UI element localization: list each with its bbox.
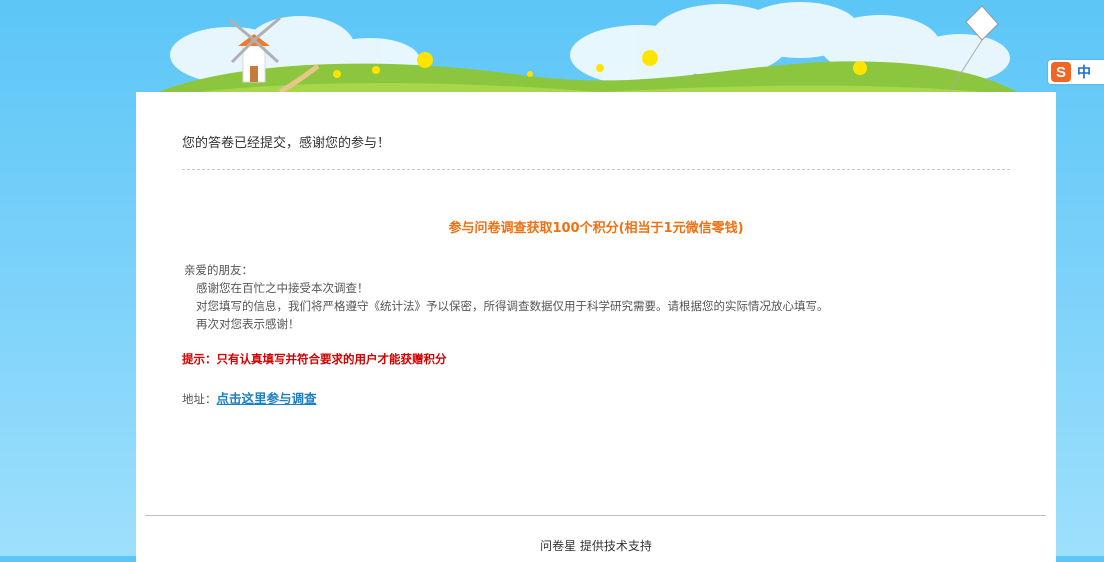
reward-heading: 参与问卷调查获取100个积分(相当于1元微信零钱) <box>448 221 744 236</box>
footer-text: 问卷星 提供技术支持 <box>540 539 652 553</box>
ime-mode-label: 中 <box>1077 65 1091 81</box>
address-row: 地址：点击这里参与调查 <box>182 388 317 407</box>
content-card: 您的答卷已经提交，感谢您的参与！ 参与问卷调查获取100个积分(相当于1元微信零… <box>136 92 1056 562</box>
letter-greeting: 亲爱的朋友： <box>184 263 253 277</box>
letter-block: 亲爱的朋友： 感谢您在百忙之中接受本次调查！ 对您填写的信息，我们将严格遵守《统… <box>184 261 829 333</box>
footer-divider <box>145 515 1046 516</box>
submitted-message: 您的答卷已经提交，感谢您的参与！ <box>182 136 391 151</box>
address-label: 地址： <box>182 392 217 406</box>
dashed-divider <box>182 169 1010 170</box>
letter-line: 再次对您表示感谢！ <box>196 317 300 331</box>
header-banner <box>140 2 1060 100</box>
letter-line: 对您填写的信息，我们将严格遵守《统计法》予以保密，所得调查数据仅用于科学研究需要… <box>196 299 829 313</box>
ime-indicator[interactable]: S 中 <box>1048 60 1104 84</box>
sogou-logo-icon: S <box>1051 62 1071 82</box>
letter-line: 感谢您在百忙之中接受本次调查！ <box>196 281 369 295</box>
survey-link[interactable]: 点击这里参与调查 <box>217 391 317 406</box>
tip-text: 提示：只有认真填写并符合要求的用户才能获赠积分 <box>182 352 447 366</box>
